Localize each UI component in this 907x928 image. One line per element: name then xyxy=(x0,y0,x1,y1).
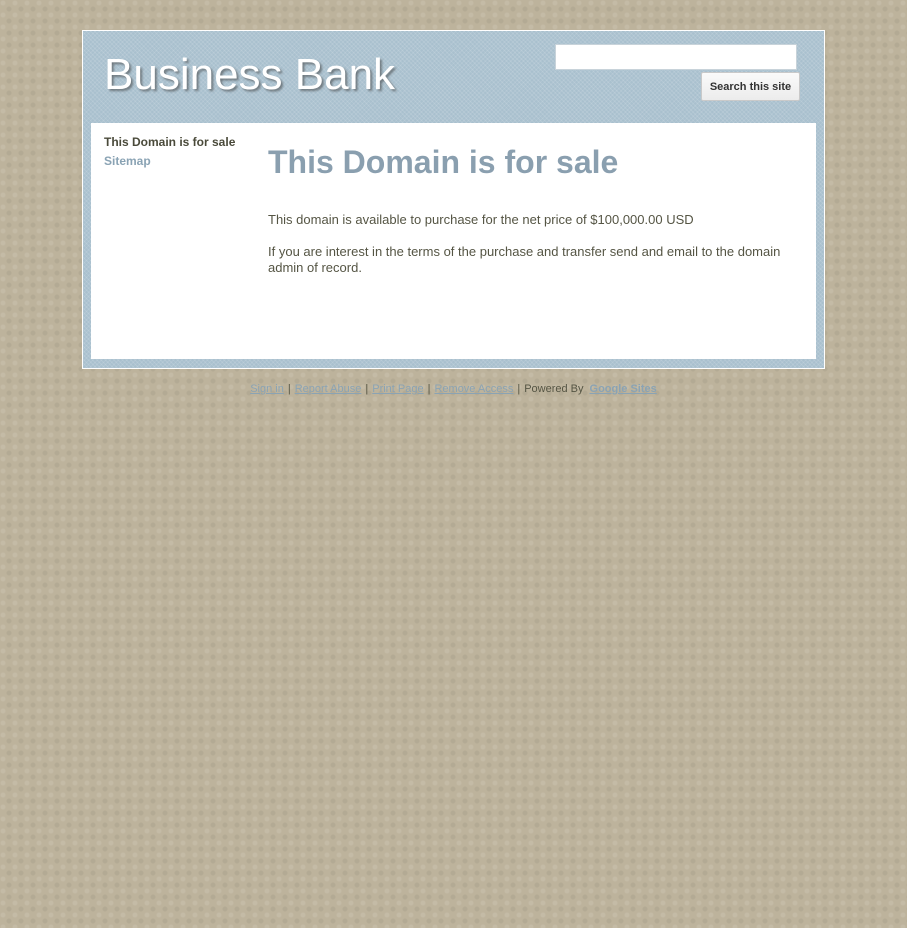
content-area: This Domain is for sale Sitemap This Dom… xyxy=(91,123,816,359)
footer-separator: | xyxy=(365,383,369,395)
print-page-link[interactable]: Print Page xyxy=(372,383,423,395)
contact-paragraph: If you are interest in the terms of the … xyxy=(268,244,781,275)
powered-by-text: Powered By xyxy=(524,383,584,395)
sidebar-item-domain-for-sale[interactable]: This Domain is for sale xyxy=(104,133,254,152)
footer-separator: | xyxy=(287,383,291,395)
search-button[interactable]: Search this site xyxy=(701,72,800,101)
search-input[interactable] xyxy=(555,44,797,70)
site-title[interactable]: Business Bank xyxy=(104,53,395,97)
footer-separator: | xyxy=(517,383,521,395)
sidebar-nav: This Domain is for sale Sitemap xyxy=(104,133,254,171)
google-sites-link[interactable]: Google Sites xyxy=(590,383,657,395)
remove-access-link[interactable]: Remove Access xyxy=(434,383,513,395)
footer: Sign in | Report Abuse | Print Page | Remove A… xyxy=(0,383,907,395)
report-abuse-link[interactable]: Report Abuse xyxy=(295,383,362,395)
site-wrapper: Business Bank Search this site This Doma… xyxy=(82,30,825,369)
footer-separator: | xyxy=(427,383,431,395)
price-paragraph: This domain is available to purchase for… xyxy=(268,212,694,227)
main-content: This Domain is for sale This domain is a… xyxy=(268,143,798,292)
sidebar-item-sitemap[interactable]: Sitemap xyxy=(104,152,254,171)
sign-in-link[interactable]: Sign in xyxy=(250,383,284,395)
page-title: This Domain is for sale xyxy=(268,144,619,180)
